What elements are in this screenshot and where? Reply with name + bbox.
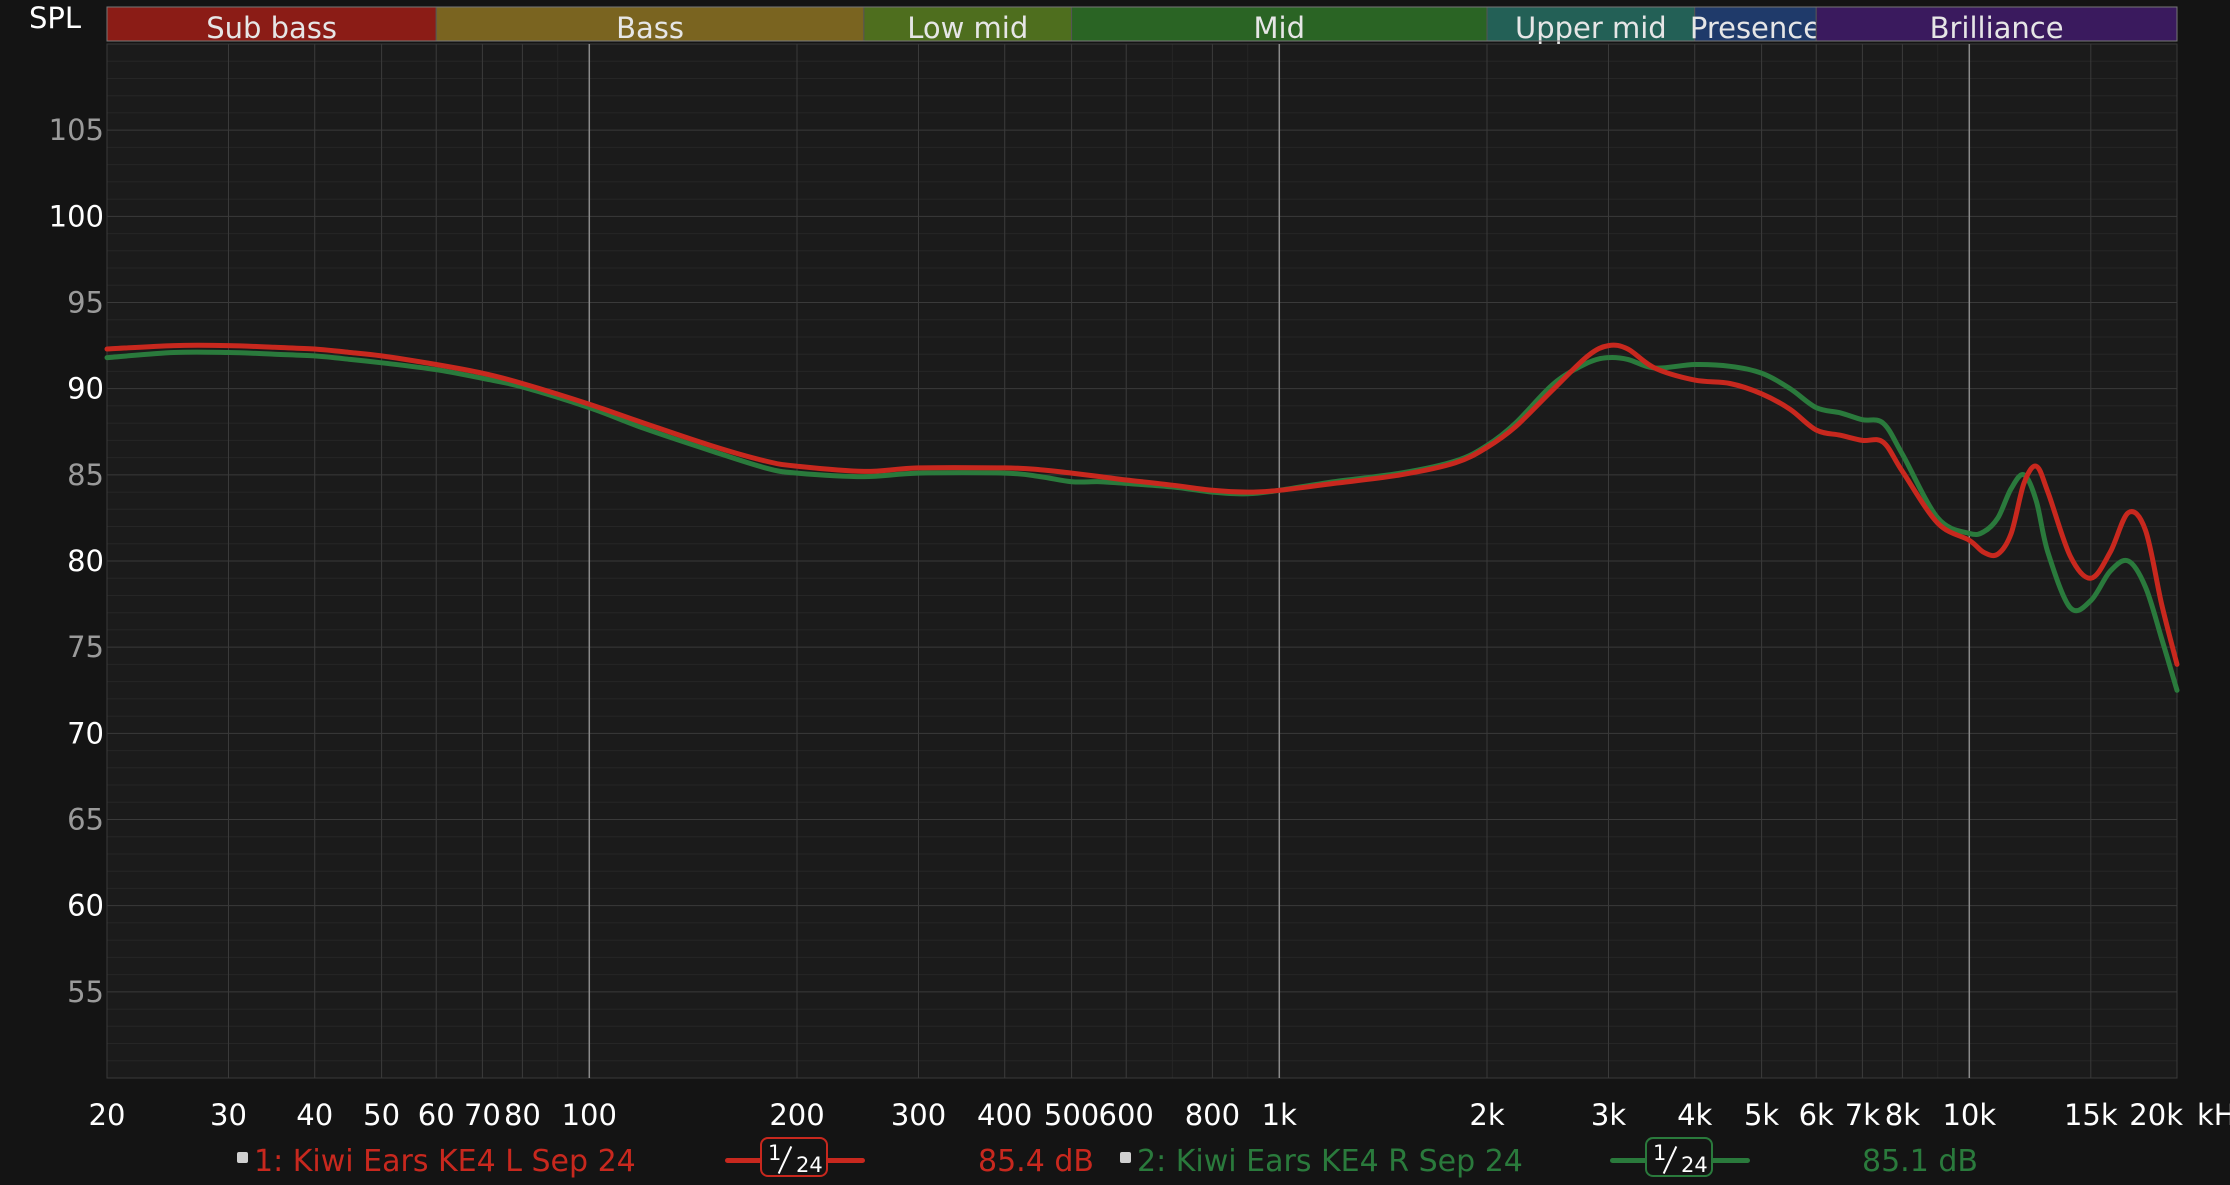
y-tick-label: 65 — [67, 803, 104, 837]
x-tick-label: 200 — [769, 1098, 824, 1132]
legend-1-level: 85.4 dB — [978, 1143, 1094, 1179]
x-tick-label: 7k — [1845, 1098, 1880, 1132]
x-axis-ticks: 20 30 40 50 60 70 80 100 200 300 400 500 600 800 1k 2k 3… — [89, 1098, 2184, 1132]
legend-entry-2[interactable]: 2: Kiwi Ears KE4 R Sep 24 — [1120, 1138, 1523, 1184]
x-tick-label: 10k — [1942, 1098, 1996, 1132]
y-tick-label: 85 — [67, 458, 104, 492]
y-tick-label: 75 — [67, 630, 104, 664]
y-tick-label: 95 — [67, 286, 104, 320]
x-tick-label: 800 — [1185, 1098, 1240, 1132]
x-tick-label: 80 — [504, 1098, 541, 1132]
legend-1-checkbox[interactable] — [237, 1151, 248, 1163]
frequency-band-bar: Sub bass Bass Low mid Mid Upper mid Presence B… — [106, 6, 2178, 45]
legend-2-checkbox[interactable] — [1120, 1151, 1131, 1163]
band-label: Sub bass — [206, 11, 337, 45]
x-tick-label: 500 — [1044, 1098, 1099, 1132]
frequency-response-chart: Sub bass Bass Low mid Mid Upper mid Presence B… — [29, 1, 2230, 1132]
x-axis-unit-label: kHz — [2197, 1098, 2230, 1132]
legend-1-smoothing-numerator: 1 — [768, 1141, 782, 1165]
band-label: Low mid — [907, 11, 1028, 45]
x-tick-label: 20 — [89, 1098, 126, 1132]
legend-2-label: 2: Kiwi Ears KE4 R Sep 24 — [1137, 1143, 1523, 1179]
legend-1-smoothing-button[interactable]: 1 24 — [760, 1137, 828, 1177]
x-tick-label: 300 — [891, 1098, 946, 1132]
x-tick-label: 3k — [1591, 1098, 1626, 1132]
legend-2-smoothing-button[interactable]: 1 24 — [1645, 1137, 1713, 1177]
y-tick-label: 100 — [49, 199, 104, 233]
x-tick-label: 15k — [2064, 1098, 2118, 1132]
x-tick-label: 4k — [1677, 1098, 1712, 1132]
legend-1-smoothing-denominator: 24 — [796, 1153, 823, 1177]
y-tick-label: 70 — [67, 716, 104, 750]
legend-entry-1[interactable]: 1: Kiwi Ears KE4 L Sep 24 — [237, 1138, 636, 1184]
band-label: Upper mid — [1515, 11, 1667, 45]
legend-2-smoothing-numerator: 1 — [1653, 1141, 1667, 1165]
x-tick-label: 100 — [562, 1098, 617, 1132]
y-tick-label: 55 — [67, 975, 104, 1009]
x-tick-label: 70 — [464, 1098, 501, 1132]
legend-2-smoothing-denominator: 24 — [1681, 1153, 1708, 1177]
x-tick-label: 400 — [977, 1098, 1032, 1132]
band-label: Mid — [1254, 11, 1306, 45]
y-tick-label: 90 — [67, 372, 104, 406]
x-tick-label: 600 — [1099, 1098, 1154, 1132]
y-axis-label: SPL — [29, 1, 81, 35]
y-tick-label: 105 — [49, 113, 104, 147]
x-tick-label: 5k — [1744, 1098, 1779, 1132]
band-label: Presence — [1690, 11, 1821, 45]
x-tick-label: 50 — [363, 1098, 400, 1132]
y-tick-label: 80 — [67, 544, 104, 578]
band-label: Bass — [616, 11, 684, 45]
x-tick-label: 2k — [1469, 1098, 1504, 1132]
band-label: Brilliance — [1930, 11, 2064, 45]
x-tick-label: 40 — [296, 1098, 333, 1132]
x-tick-label: 60 — [418, 1098, 455, 1132]
x-tick-label: 6k — [1799, 1098, 1834, 1132]
x-tick-label: 1k — [1262, 1098, 1297, 1132]
y-axis-ticks: 55 60 65 70 75 80 85 90 95 100 105 — [49, 113, 104, 1009]
legend-1-label: 1: Kiwi Ears KE4 L Sep 24 — [254, 1143, 636, 1179]
y-tick-label: 60 — [67, 889, 104, 923]
x-tick-label: 8k — [1885, 1098, 1920, 1132]
x-tick-label: 30 — [210, 1098, 247, 1132]
grid — [106, 43, 2178, 1079]
legend-2-level: 85.1 dB — [1862, 1143, 1978, 1179]
x-tick-label: 20k — [2129, 1098, 2183, 1132]
